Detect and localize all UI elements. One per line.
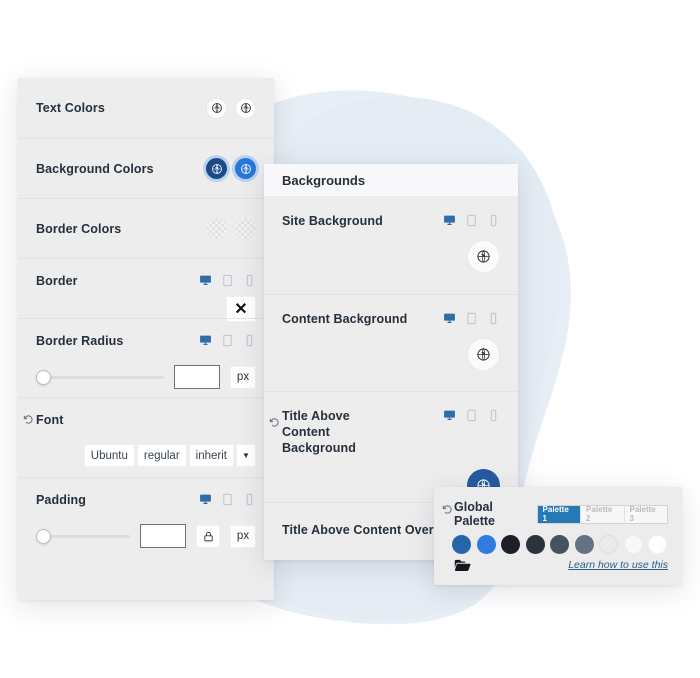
mobile-icon[interactable] xyxy=(243,274,256,287)
desktop-icon[interactable] xyxy=(199,274,212,287)
tablet-icon[interactable] xyxy=(221,334,234,347)
font-family-select[interactable]: Ubuntu xyxy=(83,444,135,467)
text-color-swatch-2[interactable] xyxy=(235,97,256,119)
row-title-above-content-background: Title Above Content Background xyxy=(264,391,518,502)
row-label-text-colors: Text Colors xyxy=(36,101,105,115)
desktop-icon[interactable] xyxy=(443,312,456,325)
row-label-font: Font xyxy=(36,413,64,427)
slider-knob[interactable] xyxy=(36,528,51,544)
desktop-icon[interactable] xyxy=(443,214,456,227)
text-colors-swatch-group xyxy=(206,97,256,119)
border-color-swatch-2[interactable] xyxy=(235,218,256,239)
title-above-content-device-toggle-group xyxy=(443,408,500,422)
global-palette-panel: Global Palette Palette 1 Palette 2 Palet… xyxy=(434,487,682,585)
lock-icon[interactable] xyxy=(196,524,220,548)
row-background-colors: Background Colors xyxy=(18,138,274,198)
tablet-icon[interactable] xyxy=(465,312,478,325)
padding-slider[interactable] xyxy=(36,528,130,544)
border-color-swatch-1[interactable] xyxy=(206,218,227,239)
palette-color-row xyxy=(434,528,682,554)
row-label-border-radius: Border Radius xyxy=(36,334,124,348)
palette-color-8[interactable] xyxy=(623,535,643,554)
palette-color-9[interactable] xyxy=(648,535,667,554)
background-color-swatch-1[interactable] xyxy=(206,158,227,179)
background-color-swatch-2[interactable] xyxy=(235,158,256,179)
global-palette-footer: Learn how to use this xyxy=(434,554,682,572)
palette-color-3[interactable] xyxy=(501,535,520,554)
content-background-device-toggle-group xyxy=(443,311,500,325)
row-font: Font Ubuntu regular inherit ▼ xyxy=(18,397,274,477)
mobile-icon[interactable] xyxy=(487,214,500,227)
tablet-icon[interactable] xyxy=(221,274,234,287)
row-text-colors: Text Colors xyxy=(18,78,274,138)
mobile-icon[interactable] xyxy=(243,493,256,506)
slider-track xyxy=(42,534,130,538)
font-weight-select[interactable]: regular xyxy=(136,444,187,467)
palette-color-5[interactable] xyxy=(550,535,569,554)
row-label-title-above-content-background: Title Above Content Background xyxy=(282,409,356,455)
border-radius-input[interactable] xyxy=(174,365,220,389)
global-palette-title: Global Palette xyxy=(454,500,495,528)
backgrounds-panel-header: Backgrounds xyxy=(264,164,518,197)
tab-palette-1[interactable]: Palette 1 xyxy=(537,505,581,523)
border-radius-device-toggle-group xyxy=(199,333,256,347)
desktop-icon[interactable] xyxy=(199,334,212,347)
palette-tab-group: Palette 1 Palette 2 Palette 3 xyxy=(536,504,668,524)
tab-palette-3[interactable]: Palette 3 xyxy=(623,505,667,523)
row-content-background: Content Background xyxy=(264,294,518,391)
palette-color-7[interactable] xyxy=(599,535,618,554)
content-background-swatch[interactable] xyxy=(467,338,500,371)
learn-how-link[interactable]: Learn how to use this xyxy=(568,559,668,571)
slider-track xyxy=(42,375,164,379)
site-background-device-toggle-group xyxy=(443,213,500,227)
mobile-icon[interactable] xyxy=(487,409,500,422)
mobile-icon[interactable] xyxy=(243,334,256,347)
site-background-swatch[interactable] xyxy=(467,240,500,273)
border-colors-swatch-group xyxy=(206,218,256,239)
row-site-background: Site Background xyxy=(264,197,518,294)
tablet-icon[interactable] xyxy=(221,493,234,506)
text-color-swatch-1[interactable] xyxy=(206,97,227,119)
mobile-icon[interactable] xyxy=(487,312,500,325)
row-label-border: Border xyxy=(36,274,78,288)
row-label-border-colors: Border Colors xyxy=(36,221,122,236)
row-label-background-colors: Background Colors xyxy=(36,161,154,176)
reset-icon[interactable] xyxy=(442,504,453,515)
slider-knob[interactable] xyxy=(36,369,51,385)
style-options-panel: Text Colors Background Colors Border Col… xyxy=(18,78,274,600)
palette-color-1[interactable] xyxy=(452,535,471,554)
tablet-icon[interactable] xyxy=(465,409,478,422)
row-border-colors: Border Colors xyxy=(18,198,274,258)
page-title: Backgrounds xyxy=(282,172,366,188)
row-border: Border ✕ xyxy=(18,258,274,322)
border-radius-unit[interactable]: px xyxy=(230,365,256,389)
padding-device-toggle-group xyxy=(199,492,256,506)
border-device-toggle-group xyxy=(199,273,256,287)
global-palette-header: Global Palette Palette 1 Palette 2 Palet… xyxy=(434,487,682,528)
desktop-icon[interactable] xyxy=(443,409,456,422)
padding-input[interactable] xyxy=(140,524,186,548)
palette-color-6[interactable] xyxy=(574,535,594,554)
tablet-icon[interactable] xyxy=(465,214,478,227)
palette-color-4[interactable] xyxy=(525,535,545,554)
background-colors-swatch-group xyxy=(206,158,256,179)
folder-icon[interactable] xyxy=(454,558,471,572)
palette-color-2[interactable] xyxy=(476,535,496,554)
padding-unit[interactable]: px xyxy=(230,524,256,548)
row-label-content-background: Content Background xyxy=(282,312,408,326)
row-label-site-background: Site Background xyxy=(282,214,383,228)
tab-palette-2[interactable]: Palette 2 xyxy=(580,505,623,523)
reset-icon[interactable] xyxy=(269,417,280,428)
reset-icon[interactable] xyxy=(23,414,34,425)
desktop-icon[interactable] xyxy=(199,493,212,506)
screenshot-canvas: Text Colors Background Colors Border Col… xyxy=(0,0,700,678)
chevron-down-icon[interactable]: ▼ xyxy=(236,444,256,467)
row-padding: Padding px xyxy=(18,477,274,561)
font-style-select[interactable]: inherit xyxy=(188,444,234,467)
row-label-padding: Padding xyxy=(36,493,87,507)
border-radius-slider[interactable] xyxy=(36,369,164,385)
row-border-radius: Border Radius px xyxy=(18,318,274,397)
